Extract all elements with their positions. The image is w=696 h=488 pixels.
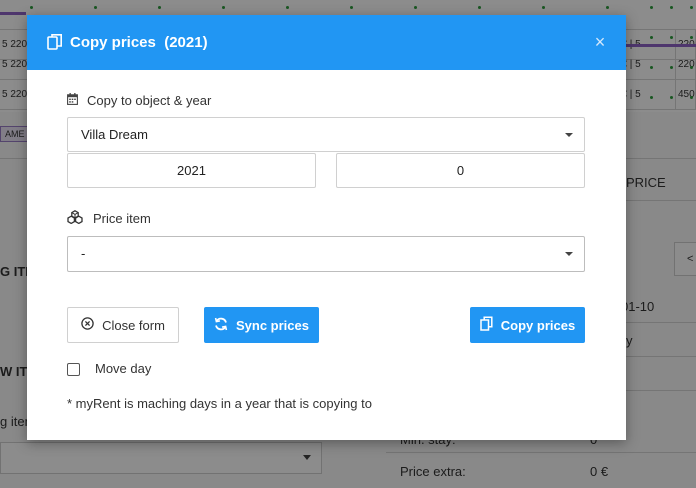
- copy-icon: [480, 316, 493, 334]
- offset-input[interactable]: 0: [336, 153, 585, 188]
- object-select[interactable]: Villa Dream: [67, 117, 585, 152]
- move-day-label[interactable]: Move day: [95, 361, 151, 376]
- copy-to-label: Copy to object & year: [87, 92, 212, 108]
- cubes-icon: [67, 209, 83, 227]
- copy-icon: [47, 33, 63, 51]
- move-day-checkbox[interactable]: [67, 363, 80, 376]
- price-item-label: Price item: [93, 210, 151, 226]
- object-select-value: Villa Dream: [81, 127, 148, 142]
- close-icon[interactable]: ×: [593, 33, 607, 51]
- calendar-icon: [67, 92, 78, 108]
- copy-prices-modal: Copy prices (2021) × Copy to object & ye…: [27, 15, 626, 440]
- chevron-down-icon: [565, 252, 573, 256]
- year-input[interactable]: 2021: [67, 153, 316, 188]
- year-badge: (2021): [164, 34, 208, 51]
- refresh-icon: [214, 317, 228, 334]
- modal-title: Copy prices (2021): [70, 34, 208, 51]
- copy-to-label-row: Copy to object & year: [67, 91, 211, 109]
- sync-prices-button[interactable]: Sync prices: [204, 307, 319, 343]
- chevron-down-icon: [565, 133, 573, 137]
- help-note: * myRent is maching days in a year that …: [67, 396, 372, 411]
- price-item-select-value: -: [81, 246, 86, 261]
- close-form-button[interactable]: Close form: [67, 307, 179, 343]
- circle-x-icon: [81, 317, 94, 333]
- price-item-select[interactable]: -: [67, 236, 585, 272]
- modal-header: Copy prices (2021) ×: [27, 15, 626, 70]
- copy-prices-button[interactable]: Copy prices: [470, 307, 585, 343]
- sync-prices-label: Sync prices: [236, 317, 309, 333]
- price-item-label-row: Price item: [67, 209, 151, 227]
- copy-prices-label: Copy prices: [500, 317, 576, 333]
- close-form-label: Close form: [102, 317, 165, 333]
